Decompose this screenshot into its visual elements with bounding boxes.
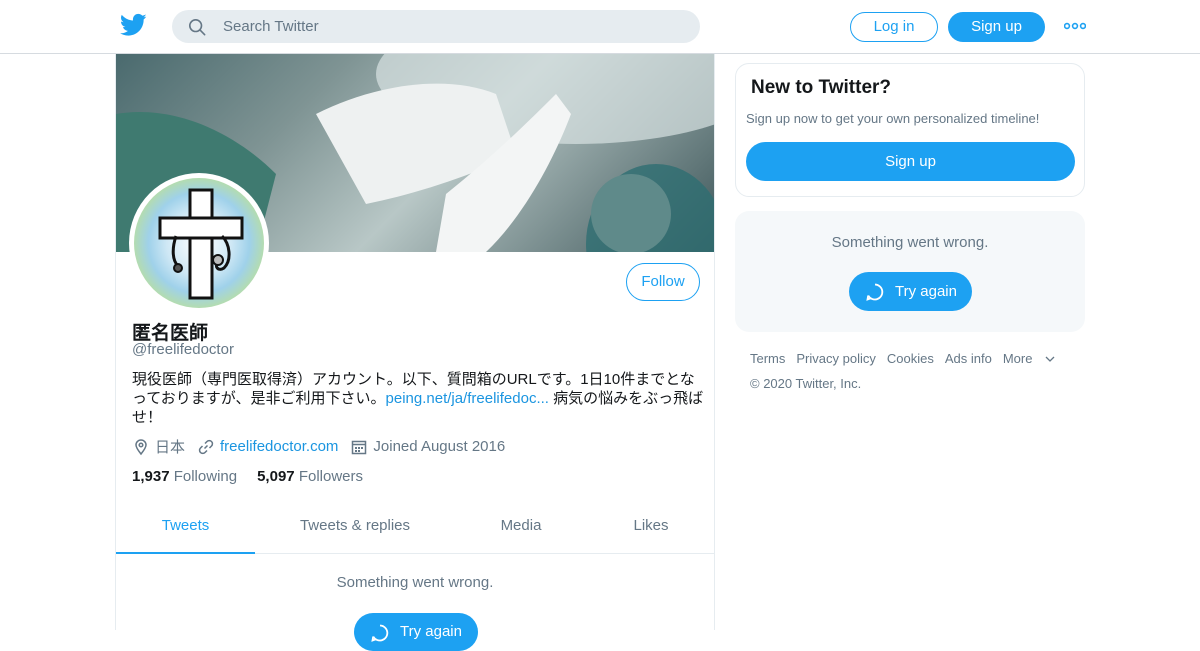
profile-tabs: Tweets Tweets & replies Media Likes [116,504,714,554]
top-bar: Search Twitter Log in Sign up [0,0,1200,54]
following-count: 1,937 [132,468,170,485]
sidebar-error-card: Something went wrong. Try again [735,211,1085,332]
tab-likes[interactable]: Likes [611,504,691,554]
footer-link-terms[interactable]: Terms [750,351,785,366]
login-button[interactable]: Log in [850,12,938,42]
profile-bio: 現役医師（専門医取得済）アカウント。以下、質問箱のURLです。1日10件までとな… [132,370,704,427]
location-text: 日本 [155,439,186,456]
new-to-twitter-subtitle: Sign up now to get your own personalized… [746,111,1040,126]
new-to-twitter-title: New to Twitter? [751,77,892,98]
sidebar-error-message: Something went wrong. [831,234,989,251]
retry-label: Try again [895,283,957,300]
search-input[interactable]: Search Twitter [223,18,319,35]
retry-icon [371,624,389,642]
profile-handle: @freelifedoctor [132,341,234,358]
location: 日本 [132,436,185,457]
search-bar[interactable]: Search Twitter [172,10,700,43]
new-to-twitter-card: New to Twitter? Sign up now to get your … [735,63,1085,197]
profile-meta: 日本 freelifedoctor.com Joined August 2016 [132,436,517,457]
bio-link[interactable]: peing.net/ja/freelifedoc... [386,390,549,407]
chevron-down-icon [1045,356,1055,362]
followers-count-link[interactable]: 5,097 Followers [257,468,363,485]
retry-icon [866,283,884,301]
twitter-bird-icon[interactable] [120,13,147,37]
timeline-error-message: Something went wrong. [336,574,494,591]
joined-text: Joined August 2016 [373,438,506,455]
profile-column: Follow 匿名医師 @freelifedoctor 現役医師（専門医取得済）… [115,54,715,651]
footer-link-privacy[interactable]: Privacy policy [796,351,875,366]
following-label: Following [173,468,238,485]
footer-more-label: More [1002,351,1033,366]
avatar[interactable] [129,173,269,313]
footer-links: Terms Privacy policy Cookies Ads info Mo… [750,351,1066,366]
tab-tweets-replies[interactable]: Tweets & replies [280,504,430,554]
tab-media[interactable]: Media [476,504,566,554]
sidebar-signup-button[interactable]: Sign up [746,142,1075,181]
link-icon [198,439,214,454]
footer-link-cookies[interactable]: Cookies [887,351,934,366]
follow-counts: 1,937 Following 5,097 Followers [132,468,383,485]
follow-button[interactable]: Follow [626,263,700,301]
retry-label: Try again [400,623,462,640]
website-link[interactable]: freelifedoctor.com [220,438,338,455]
copyright: © 2020 Twitter, Inc. [750,376,862,391]
cross-stethoscope-logo [158,188,244,300]
footer-link-more[interactable]: More [1003,351,1056,366]
footer: Terms Privacy policy Cookies Ads info Mo… [750,351,1066,391]
timeline-try-again-button[interactable]: Try again [354,613,478,651]
search-icon [188,18,206,36]
sidebar-try-again-button[interactable]: Try again [849,272,972,311]
tab-tweets[interactable]: Tweets [116,504,255,554]
following-count-link[interactable]: 1,937 Following [132,468,237,485]
calendar-icon [352,440,367,454]
followers-label: Followers [298,468,363,485]
followers-count: 5,097 [257,468,295,485]
more-dots-icon[interactable] [1064,21,1086,31]
website: freelifedoctor.com [197,438,338,456]
footer-link-ads-info[interactable]: Ads info [945,351,992,366]
joined-date: Joined August 2016 [350,438,505,456]
signup-button[interactable]: Sign up [948,12,1045,42]
location-pin-icon [135,438,147,455]
